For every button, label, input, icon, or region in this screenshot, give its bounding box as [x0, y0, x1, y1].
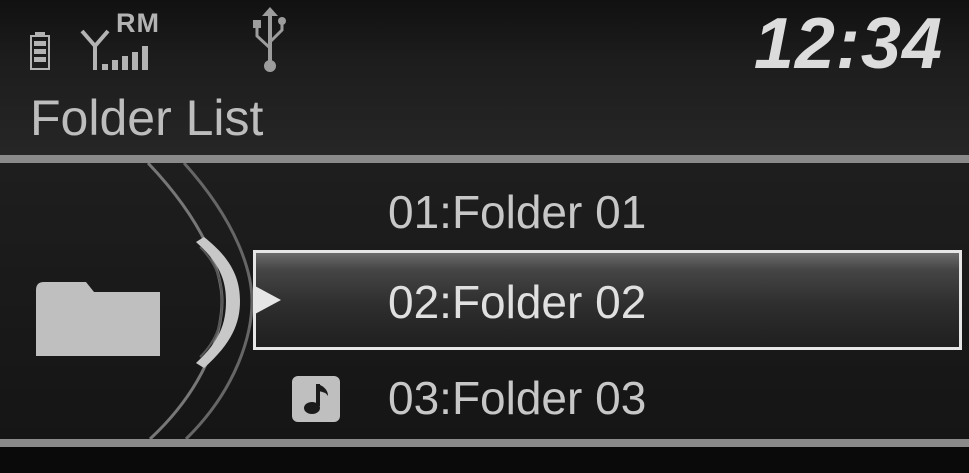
- pointer-arrow-icon: [255, 286, 281, 314]
- footer-divider: [0, 439, 969, 447]
- music-note-icon: [292, 376, 340, 422]
- audio-screen: RM 12:34 Folder List 01:Folder 01 02:Fol…: [0, 0, 969, 473]
- footer-strip: [0, 447, 969, 473]
- roaming-label: RM: [116, 8, 160, 38]
- folder-item-02[interactable]: 02:Folder 02: [388, 274, 646, 330]
- battery-icon: [30, 32, 50, 70]
- folder-item-01[interactable]: 01:Folder 01: [388, 184, 646, 240]
- page-title: Folder List: [30, 90, 264, 146]
- folder-item-03[interactable]: 03:Folder 03: [388, 370, 646, 426]
- clock: 12:34: [753, 4, 943, 84]
- folder-icon: [36, 282, 160, 356]
- usb-icon: [253, 7, 286, 72]
- header-divider: [0, 155, 969, 163]
